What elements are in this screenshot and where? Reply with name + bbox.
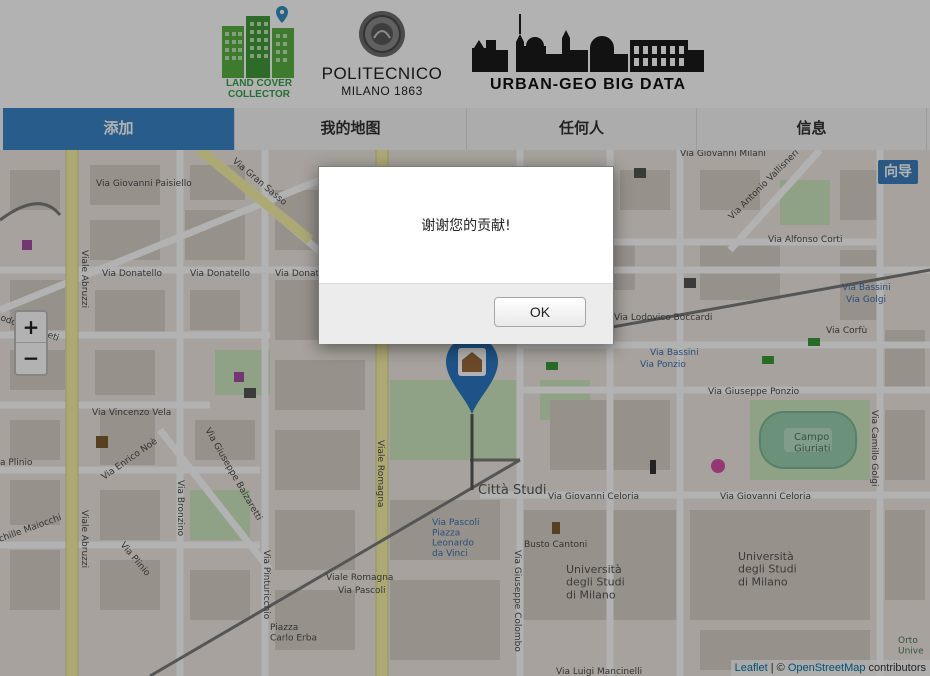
alert-dialog: 谢谢您的贡献! OK (318, 166, 614, 344)
dialog-footer: OK (319, 283, 613, 344)
dialog-message: 谢谢您的贡献! (421, 218, 511, 234)
ok-button[interactable]: OK (494, 297, 586, 327)
